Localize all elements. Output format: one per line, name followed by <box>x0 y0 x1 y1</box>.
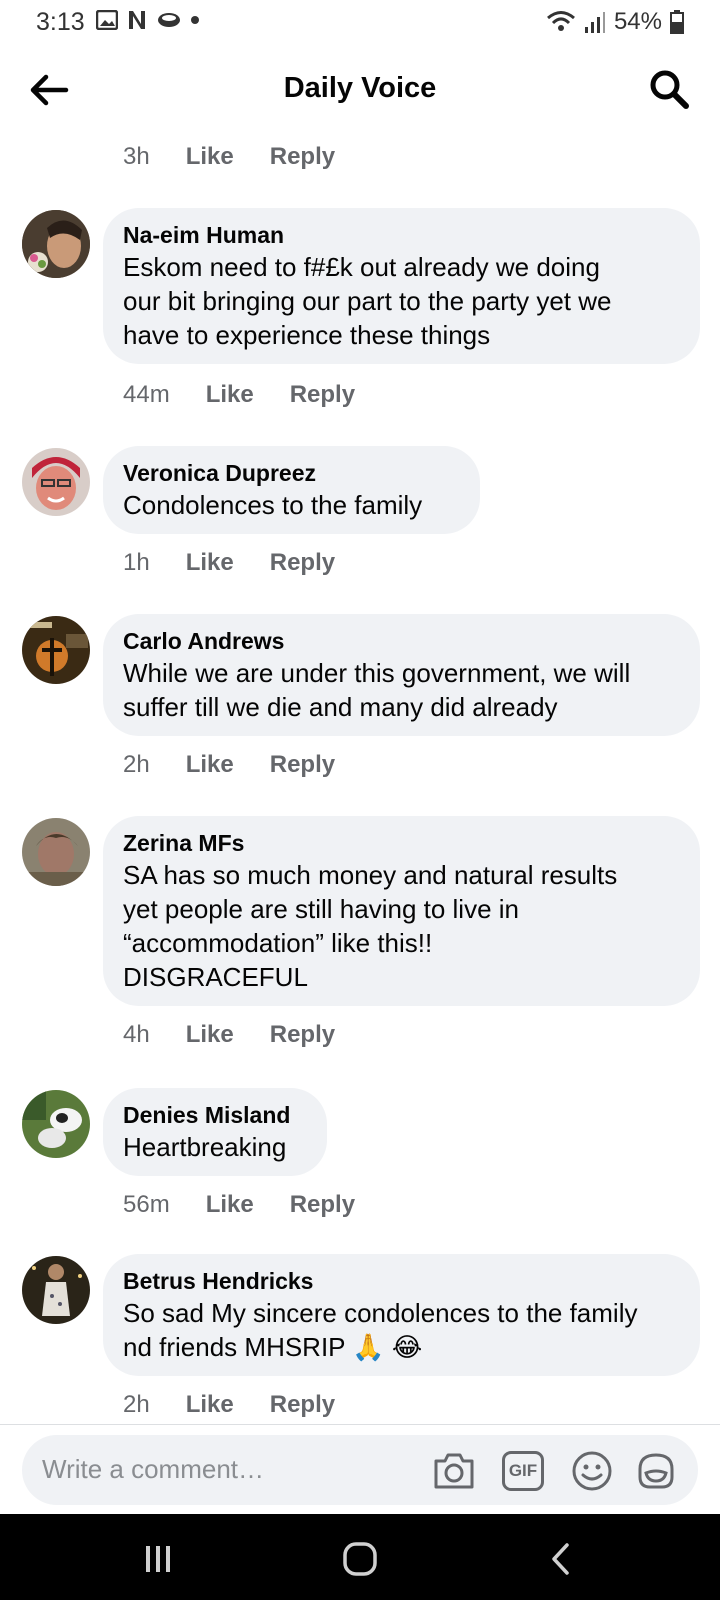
comment-time: 3h <box>123 143 150 170</box>
reply-button[interactable]: Reply <box>270 1021 335 1049</box>
avatar[interactable] <box>22 210 90 278</box>
back-nav-icon[interactable] <box>542 1542 582 1576</box>
comment-time: 4h <box>123 1021 150 1048</box>
status-bar: 3:13 54% <box>0 0 720 46</box>
comment-author[interactable]: Veronica Dupreez <box>123 458 458 488</box>
avatar-image <box>22 1090 90 1158</box>
comment-time: 44m <box>123 381 170 408</box>
comment-actions: 2h Like Reply <box>123 1391 335 1419</box>
comment-bubble[interactable]: Betrus Hendricks So sad My sincere condo… <box>103 1254 700 1376</box>
comment-author[interactable]: Denies Misland <box>123 1100 305 1130</box>
like-button[interactable]: Like <box>186 751 234 779</box>
recent-apps-icon[interactable] <box>138 1542 178 1576</box>
comment-text-line: While we are under this government, we w… <box>123 658 631 688</box>
comment-input[interactable]: Write a comment… GIF <box>22 1435 698 1505</box>
status-right: 54% <box>546 8 684 36</box>
like-button[interactable]: Like <box>186 143 234 171</box>
sticker-icon[interactable] <box>634 1449 678 1493</box>
like-button[interactable]: Like <box>186 1391 234 1419</box>
reply-button[interactable]: Reply <box>270 1391 335 1419</box>
comment-text-line: “accommodation” like this!! <box>123 928 433 958</box>
system-navigation-bar <box>0 1514 720 1600</box>
comment-actions: 4h Like Reply <box>123 1021 335 1049</box>
avatar[interactable] <box>22 1256 90 1324</box>
comment-bubble[interactable]: Na-eim Human Eskom need to f#£k out alre… <box>103 208 700 364</box>
like-button[interactable]: Like <box>186 549 234 577</box>
reply-button[interactable]: Reply <box>270 143 335 171</box>
comment-actions: 3h Like Reply <box>123 143 335 171</box>
app-notification-icon <box>158 13 180 27</box>
dot-icon <box>191 16 199 24</box>
comment-bubble[interactable]: Zerina MFs SA has so much money and natu… <box>103 816 700 1006</box>
comment-author[interactable]: Carlo Andrews <box>123 626 678 656</box>
comment-actions: 56m Like Reply <box>123 1191 355 1219</box>
page-title: Daily Voice <box>283 72 437 104</box>
comment-text-line: So sad My sincere condolences to the fam… <box>123 1298 638 1328</box>
avatar-image <box>22 210 90 278</box>
comment-author[interactable]: Betrus Hendricks <box>123 1266 678 1296</box>
comment-bubble[interactable]: Carlo Andrews While we are under this go… <box>103 614 700 736</box>
like-button[interactable]: Like <box>206 1191 254 1219</box>
camera-icon[interactable] <box>432 1449 476 1493</box>
comment-text-line: SA has so much money and natural results <box>123 860 618 890</box>
search-icon[interactable] <box>648 68 690 110</box>
comment-author[interactable]: Na-eim Human <box>123 220 678 250</box>
comment-text-line: have to experience these things <box>123 320 491 350</box>
avatar-image <box>22 818 90 886</box>
reply-button[interactable]: Reply <box>290 1191 355 1219</box>
avatar[interactable] <box>22 818 90 886</box>
gif-icon[interactable]: GIF <box>502 1451 544 1491</box>
reply-button[interactable]: Reply <box>270 751 335 779</box>
comment-actions: 44m Like Reply <box>123 381 355 409</box>
reply-button[interactable]: Reply <box>290 381 355 409</box>
comment-text-line: suffer till we die and many did already <box>123 692 558 722</box>
like-button[interactable]: Like <box>206 381 254 409</box>
home-icon[interactable] <box>340 1542 380 1576</box>
avatar-image <box>22 616 90 684</box>
comment-text-line: Heartbreaking <box>123 1132 287 1162</box>
avatar[interactable] <box>22 448 90 516</box>
comment-text-line: nd friends MHSRIP 🙏 😂 <box>123 1332 423 1362</box>
avatar-image <box>22 1256 90 1324</box>
notification-icons <box>96 10 200 30</box>
like-button[interactable]: Like <box>186 1021 234 1049</box>
battery-percent: 54% <box>613 8 662 35</box>
comment-placeholder[interactable]: Write a comment… <box>42 1454 264 1485</box>
comment-time: 1h <box>123 549 150 576</box>
status-time: 3:13 <box>36 8 85 36</box>
comment-actions: 2h Like Reply <box>123 751 335 779</box>
comment-time: 2h <box>123 1391 150 1418</box>
wifi-icon <box>546 11 575 31</box>
battery-icon <box>670 10 684 34</box>
comment-bubble[interactable]: Denies Misland Heartbreaking <box>103 1088 327 1176</box>
comment-composer: Write a comment… GIF <box>0 1424 720 1515</box>
gallery-icon <box>96 10 118 30</box>
netflix-icon <box>129 11 145 29</box>
comment-text-line: yet people are still having to live in <box>123 894 520 924</box>
comment-time: 2h <box>123 751 150 778</box>
emoji-icon[interactable] <box>570 1449 614 1493</box>
app-header: Daily Voice <box>0 46 720 136</box>
comment-text-line: our bit bringing our part to the party y… <box>123 286 612 316</box>
comment-actions: 1h Like Reply <box>123 549 335 577</box>
comment-author[interactable]: Zerina MFs <box>123 828 678 858</box>
comment-time: 56m <box>123 1191 170 1218</box>
gif-label: GIF <box>508 1461 538 1480</box>
signal-icon <box>584 12 605 33</box>
avatar-image <box>22 448 90 516</box>
comment-bubble[interactable]: Veronica Dupreez Condolences to the fami… <box>103 446 480 534</box>
reply-button[interactable]: Reply <box>270 549 335 577</box>
comment-text-line: Condolences to the family <box>123 490 423 520</box>
avatar[interactable] <box>22 1090 90 1158</box>
comment-text-line: Eskom need to f#£k out already we doing <box>123 252 600 282</box>
comment-text-line: DISGRACEFUL <box>123 962 308 992</box>
avatar[interactable] <box>22 616 90 684</box>
